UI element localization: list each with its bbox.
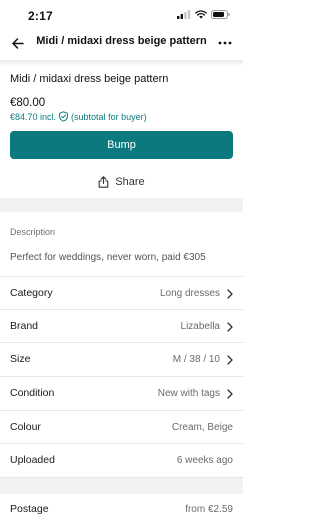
detail-value: M / 38 / 10 bbox=[172, 354, 220, 365]
description-text: Perfect for weddings, never worn, paid €… bbox=[10, 252, 206, 263]
buyer-price-note: (subtotal for buyer) bbox=[71, 111, 147, 122]
back-button[interactable] bbox=[9, 34, 27, 52]
detail-row-condition[interactable]: Condition New with tags bbox=[0, 376, 243, 409]
detail-row-size[interactable]: Size M / 38 / 10 bbox=[0, 342, 243, 375]
detail-label: Category bbox=[10, 287, 53, 299]
postage-value: from €2.59 bbox=[185, 504, 233, 515]
more-dots-icon bbox=[218, 41, 232, 45]
detail-value: 6 weeks ago bbox=[176, 455, 233, 466]
chevron-right-icon bbox=[227, 355, 233, 365]
wifi-icon bbox=[195, 10, 207, 19]
status-bar: 2:17 bbox=[0, 0, 243, 30]
detail-value: Cream, Beige bbox=[171, 422, 233, 433]
nav-bar: Midi / midaxi dress beige pattern bbox=[0, 30, 243, 56]
detail-label: Uploaded bbox=[10, 454, 55, 466]
detail-row-brand[interactable]: Brand Lizabella bbox=[0, 309, 243, 342]
system-icons bbox=[177, 10, 230, 19]
detail-row-uploaded: Uploaded 6 weeks ago bbox=[0, 443, 243, 476]
detail-row-category[interactable]: Category Long dresses bbox=[0, 276, 243, 309]
detail-value: Long dresses bbox=[159, 288, 220, 299]
detail-row-colour: Colour Cream, Beige bbox=[0, 410, 243, 443]
section-divider bbox=[0, 198, 243, 212]
postage-row: Postage from €2.59 bbox=[0, 494, 243, 525]
chevron-right-icon bbox=[227, 322, 233, 332]
page-title: Midi / midaxi dress beige pattern bbox=[36, 35, 207, 47]
item-price: €80.00 bbox=[10, 97, 46, 109]
share-icon bbox=[98, 176, 109, 188]
bump-button[interactable]: Bump bbox=[10, 131, 233, 159]
detail-label: Brand bbox=[10, 320, 39, 332]
detail-value: New with tags bbox=[157, 388, 220, 399]
status-time: 2:17 bbox=[28, 9, 53, 23]
chevron-right-icon bbox=[227, 289, 233, 299]
detail-label: Size bbox=[10, 353, 31, 365]
detail-value: Lizabella bbox=[180, 321, 220, 332]
detail-label: Condition bbox=[10, 387, 55, 399]
description-heading: Description bbox=[10, 227, 56, 237]
buyer-price-value: €84.70 incl. bbox=[10, 111, 57, 122]
item-title: Midi / midaxi dress beige pattern bbox=[10, 73, 169, 85]
share-label: Share bbox=[115, 176, 145, 188]
chevron-right-icon bbox=[227, 389, 233, 399]
more-options-button[interactable] bbox=[215, 34, 235, 52]
battery-icon bbox=[211, 10, 230, 19]
buyer-price: €84.70 incl. (subtotal for buyer) bbox=[10, 111, 147, 122]
arrow-left-icon bbox=[12, 37, 24, 49]
detail-label: Colour bbox=[10, 421, 41, 433]
share-button[interactable]: Share bbox=[0, 172, 243, 192]
shield-check-icon bbox=[58, 111, 69, 122]
section-divider bbox=[0, 477, 243, 494]
cellular-signal-icon bbox=[177, 10, 191, 19]
header-shadow bbox=[0, 60, 243, 66]
postage-label: Postage bbox=[10, 503, 49, 515]
